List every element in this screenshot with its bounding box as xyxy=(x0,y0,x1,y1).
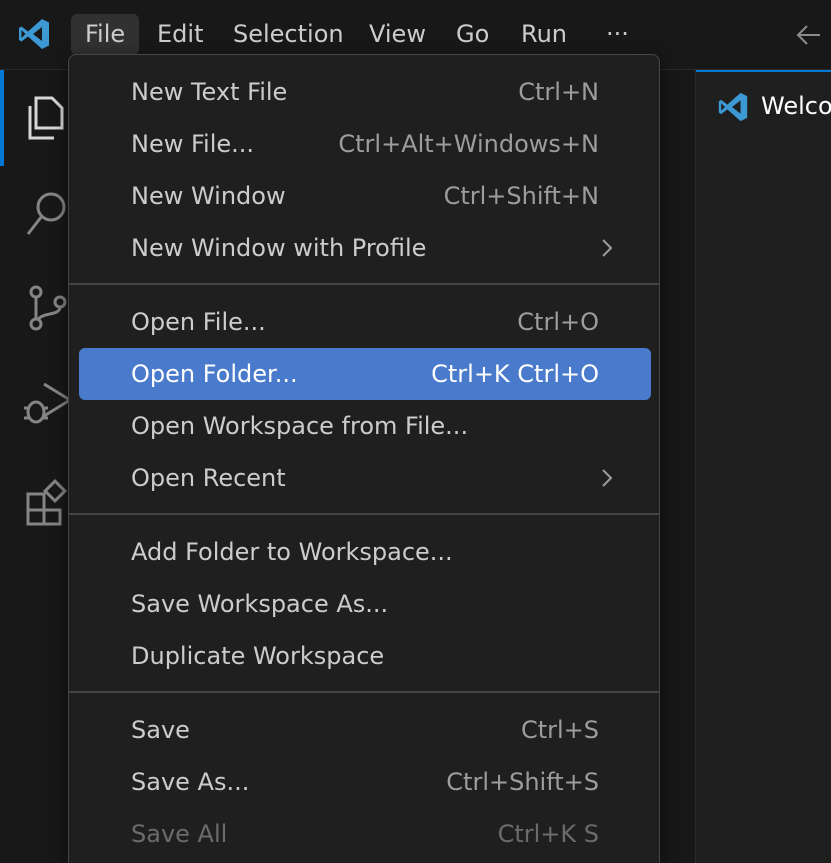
menu-item-save-as[interactable]: Save As... Ctrl+Shift+S xyxy=(79,756,651,808)
menu-item-label: Add Folder to Workspace... xyxy=(131,538,453,566)
editor-area: Welco xyxy=(695,70,831,863)
menu-item-label: Save xyxy=(131,716,190,744)
menu-item-label: Open Workspace from File... xyxy=(131,412,469,440)
menu-item-shortcut: Ctrl+Alt+Windows+N xyxy=(338,130,599,158)
menu-item-new-text-file[interactable]: New Text File Ctrl+N xyxy=(79,66,651,118)
menu-file[interactable]: File xyxy=(71,14,140,55)
menu-more[interactable]: ··· xyxy=(592,14,643,55)
arrow-left-icon[interactable] xyxy=(794,20,824,50)
menu-item-shortcut: Ctrl+K S xyxy=(497,820,599,848)
menu-item-shortcut: Ctrl+Shift+N xyxy=(443,182,599,210)
menu-item-save[interactable]: Save Ctrl+S xyxy=(79,704,651,756)
menu-item-shortcut: Ctrl+Shift+S xyxy=(446,768,599,796)
menu-item-label: Duplicate Workspace xyxy=(131,642,385,670)
menu-item-save-workspace-as[interactable]: Save Workspace As... xyxy=(79,578,651,630)
menu-item-label: Save As... xyxy=(131,768,250,796)
menu-item-save-all[interactable]: Save All Ctrl+K S xyxy=(79,808,651,860)
vscode-logo-icon xyxy=(718,92,748,122)
menu-item-new-file[interactable]: New File... Ctrl+Alt+Windows+N xyxy=(79,118,651,170)
menu-item-shortcut: Ctrl+N xyxy=(518,78,599,106)
menu-item-label: New File... xyxy=(131,130,255,158)
menu-item-shortcut: Ctrl+O xyxy=(517,308,599,336)
extensions-icon[interactable] xyxy=(22,478,70,526)
search-icon[interactable] xyxy=(22,188,70,236)
menu-item-duplicate-workspace[interactable]: Duplicate Workspace xyxy=(79,630,651,682)
menu-item-add-folder-to-workspace[interactable]: Add Folder to Workspace... xyxy=(79,526,651,578)
menu-item-open-file[interactable]: Open File... Ctrl+O xyxy=(79,296,651,348)
chevron-right-icon xyxy=(602,469,613,487)
chevron-right-icon xyxy=(602,239,613,257)
source-control-icon[interactable] xyxy=(22,284,70,332)
files-icon[interactable] xyxy=(22,94,70,142)
menu-item-label: Open Recent xyxy=(131,464,286,492)
menu-item-label: Save Workspace As... xyxy=(131,590,389,618)
menu-view[interactable]: View xyxy=(355,14,440,55)
menu-item-label: New Window xyxy=(131,182,286,210)
tab-welcome[interactable]: Welco xyxy=(696,70,831,140)
menu-item-label: Open Folder... xyxy=(131,360,298,388)
menu-item-label: New Text File xyxy=(131,78,288,106)
menu-separator xyxy=(69,513,659,515)
menu-separator xyxy=(69,283,659,285)
menu-separator xyxy=(69,691,659,693)
menu-go[interactable]: Go xyxy=(442,14,503,55)
tab-label: Welco xyxy=(761,92,831,120)
vscode-logo-icon[interactable] xyxy=(16,16,52,52)
activity-bar xyxy=(0,70,70,863)
menu-item-open-folder[interactable]: Open Folder... Ctrl+K Ctrl+O xyxy=(79,348,651,400)
menu-item-new-window[interactable]: New Window Ctrl+Shift+N xyxy=(79,170,651,222)
menu-item-shortcut: Ctrl+S xyxy=(520,716,599,744)
menu-item-new-window-with-profile[interactable]: New Window with Profile xyxy=(79,222,651,274)
menu-item-open-workspace-from-file[interactable]: Open Workspace from File... xyxy=(79,400,651,452)
active-indicator xyxy=(0,70,4,166)
menu-edit[interactable]: Edit xyxy=(143,14,217,55)
menu-item-label: Save All xyxy=(131,820,228,848)
menu-run[interactable]: Run xyxy=(507,14,581,55)
menu-item-label: Open File... xyxy=(131,308,266,336)
file-menu: New Text File Ctrl+N New File... Ctrl+Al… xyxy=(68,54,660,863)
menu-selection[interactable]: Selection xyxy=(219,14,358,55)
menu-item-open-recent[interactable]: Open Recent xyxy=(79,452,651,504)
run-debug-icon[interactable] xyxy=(22,378,70,426)
menu-item-label: New Window with Profile xyxy=(131,234,427,262)
menu-item-shortcut: Ctrl+K Ctrl+O xyxy=(431,360,599,388)
